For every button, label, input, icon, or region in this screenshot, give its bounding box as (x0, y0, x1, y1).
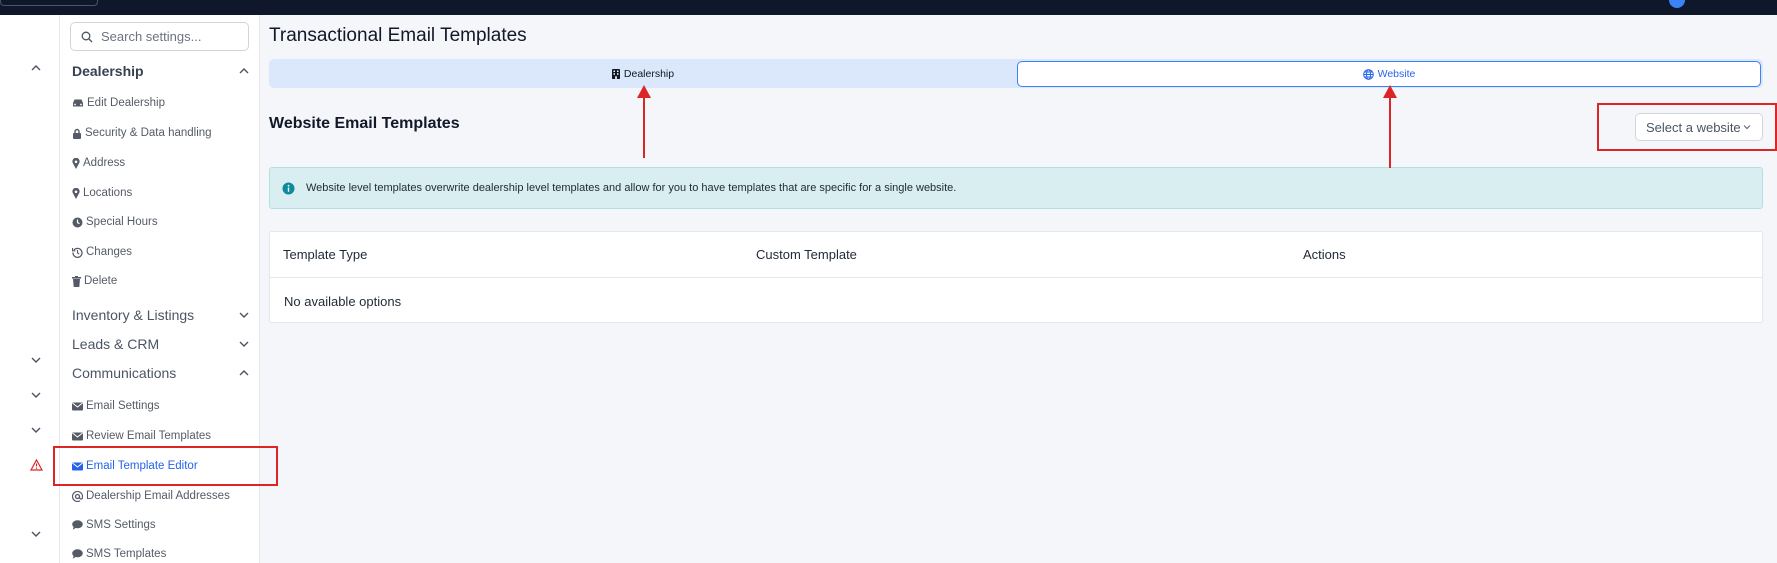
section-label: Inventory & Listings (72, 307, 195, 323)
chevron-down-icon (239, 341, 249, 347)
search-icon (81, 31, 93, 42)
chevron-down-icon[interactable] (26, 524, 46, 544)
chat-icon (72, 520, 83, 530)
info-icon (282, 182, 295, 194)
envelope-icon (72, 462, 83, 470)
sidebar-item-edit-dealership[interactable]: Edit Dealership (72, 93, 165, 113)
sidebar-item-sms-settings[interactable]: SMS Settings (72, 515, 156, 535)
settings-sidebar: Dealership Edit Dealership Security & Da… (60, 15, 260, 563)
at-icon (72, 490, 83, 502)
page-title: Transactional Email Templates (269, 25, 527, 46)
globe-icon (1362, 68, 1374, 80)
section-leads[interactable]: Leads & CRM (72, 333, 250, 355)
clock-icon (72, 217, 83, 227)
website-select[interactable]: Select a website (1635, 113, 1763, 141)
annotation-arrow-website (1383, 85, 1397, 168)
search-input[interactable] (101, 29, 241, 44)
top-bar (0, 0, 1777, 15)
info-alert: Website level templates overwrite dealer… (269, 167, 1763, 209)
sidebar-item-security[interactable]: Security & Data handling (72, 123, 212, 143)
column-header: Actions (1303, 247, 1346, 262)
section-label: Communications (72, 365, 177, 381)
section-dealership[interactable]: Dealership (72, 60, 250, 82)
top-bar-button[interactable] (0, 0, 98, 6)
section-title: Website Email Templates (269, 115, 460, 132)
column-header: Custom Template (756, 247, 857, 262)
sidebar-item-special-hours[interactable]: Special Hours (72, 212, 158, 232)
sidebar-item-dealership-email-addresses[interactable]: Dealership Email Addresses (72, 486, 230, 506)
car-icon (73, 99, 83, 107)
history-icon (72, 247, 83, 258)
chevron-down-icon (239, 312, 249, 318)
tab-dealership[interactable]: Dealership (271, 61, 1015, 87)
sidebar-item-sms-templates[interactable]: SMS Templates (72, 544, 166, 563)
user-avatar[interactable] (1669, 0, 1685, 8)
empty-state-text: No available options (284, 294, 402, 309)
search-box[interactable] (70, 22, 249, 51)
warning-icon[interactable] (26, 455, 46, 475)
alert-text: Website level templates overwrite dealer… (306, 182, 957, 194)
chevron-down-icon[interactable] (26, 350, 46, 370)
section-label: Leads & CRM (72, 336, 160, 352)
sidebar-item-delete[interactable]: Delete (72, 271, 117, 291)
section-inventory[interactable]: Inventory & Listings (72, 304, 250, 326)
sidebar-item-review-email-templates[interactable]: Review Email Templates (72, 426, 211, 446)
table-header: Template Type Custom Template Actions (270, 232, 1762, 278)
main-content: Transactional Email Templates Dealership… (260, 15, 1777, 563)
envelope-icon (72, 432, 83, 440)
chevron-down-icon[interactable] (26, 385, 46, 405)
sidebar-item-changes[interactable]: Changes (72, 242, 132, 262)
sidebar-item-address[interactable]: Address (72, 153, 125, 173)
map-pin-icon (72, 157, 80, 169)
sidebar-item-email-template-editor[interactable]: Email Template Editor (72, 456, 198, 476)
column-header: Template Type (283, 247, 368, 262)
trash-icon (72, 275, 81, 287)
lock-icon (73, 128, 81, 139)
website-select-value: Select a website (1646, 119, 1741, 135)
envelope-icon (72, 402, 83, 410)
chevron-down-icon[interactable] (26, 420, 46, 440)
chevron-up-icon (239, 370, 249, 376)
chat-icon (72, 549, 83, 559)
annotation-arrow-dealership (637, 85, 651, 158)
building-icon (611, 69, 620, 79)
templates-table: Template Type Custom Template Actions No… (269, 231, 1763, 323)
map-pin-icon (72, 187, 80, 199)
sidebar-item-email-settings[interactable]: Email Settings (72, 396, 160, 416)
icon-rail (0, 15, 60, 563)
scope-tabs: Dealership Website (269, 59, 1763, 88)
sidebar-item-locations[interactable]: Locations (72, 183, 132, 203)
chevron-up-icon[interactable] (26, 58, 46, 78)
section-communications[interactable]: Communications (72, 362, 250, 384)
section-label: Dealership (72, 63, 144, 79)
chevron-up-icon (239, 68, 249, 74)
tab-website[interactable]: Website (1017, 61, 1761, 87)
chevron-down-icon (1743, 125, 1751, 130)
